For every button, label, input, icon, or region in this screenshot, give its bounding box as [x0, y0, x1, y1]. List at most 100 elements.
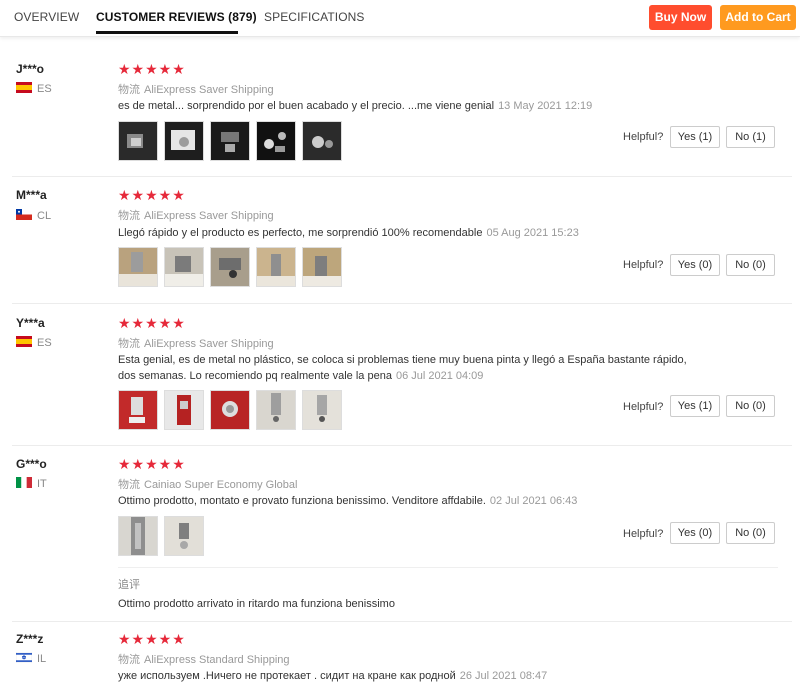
review-photo[interactable] [164, 247, 204, 287]
review-body: уже используем .Ничего не протекает . си… [118, 670, 456, 682]
review-photos [118, 516, 204, 556]
review-body: es de metal... sorprendido por el buen a… [118, 100, 495, 112]
review-text: уже используем .Ничего не протекает . си… [118, 668, 708, 684]
buy-now-button[interactable]: Buy Now [649, 5, 712, 30]
shipping-method: 物流 AliExpress Standard Shipping [118, 651, 290, 667]
reviewer-name: M***a [16, 188, 47, 202]
review-photo[interactable] [118, 390, 158, 430]
followup-text: Ottimo prodotto arrivato in ritardo ma f… [118, 598, 395, 610]
es-flag-icon [16, 336, 32, 347]
review-photos [118, 390, 342, 430]
reviewer-name: G***o [16, 457, 47, 471]
review-date: 05 Aug 2021 15:23 [486, 227, 579, 239]
review-photo[interactable] [118, 247, 158, 287]
shipping-label: 物流 [118, 479, 140, 491]
shipping-method: 物流 Cainiao Super Economy Global [118, 476, 297, 492]
review-photo[interactable] [302, 390, 342, 430]
rating-stars: ★★★★★ [118, 631, 186, 647]
review-photos [118, 247, 342, 287]
review-photo[interactable] [256, 390, 296, 430]
shipping-name: AliExpress Saver Shipping [144, 210, 274, 222]
helpful-yes-button[interactable]: Yes (0) [670, 522, 720, 544]
review-divider [12, 621, 792, 622]
review-date: 06 Jul 2021 04:09 [395, 370, 484, 382]
reviewer-name: Z***z [16, 632, 44, 646]
es-flag-icon [16, 82, 32, 93]
helpful-yes-button[interactable]: Yes (0) [670, 254, 720, 276]
country-code: ES [37, 337, 52, 349]
review-photo[interactable] [302, 247, 342, 287]
helpful-label: Helpful? [623, 131, 664, 143]
tab-customer-reviews[interactable]: CUSTOMER REVIEWS (879) [96, 10, 257, 24]
review-photo[interactable] [256, 121, 296, 161]
followup-label: 追评 [118, 579, 140, 591]
helpful-no-button[interactable]: No (0) [726, 254, 775, 276]
review-date: 02 Jul 2021 06:43 [489, 495, 578, 507]
it-flag-icon [16, 477, 32, 488]
review-date: 13 May 2021 12:19 [498, 100, 593, 112]
cl-flag-icon [16, 209, 32, 220]
reviewer-country: CL [16, 209, 51, 222]
helpful-yes-button[interactable]: Yes (1) [670, 395, 720, 417]
rating-stars: ★★★★★ [118, 61, 186, 77]
review-divider [12, 445, 792, 446]
review-photo[interactable] [164, 121, 204, 161]
review-divider [12, 176, 792, 177]
helpful-no-button[interactable]: No (1) [726, 126, 775, 148]
reviewer-country: IL [16, 652, 46, 665]
reviewer-name: Y***a [16, 316, 45, 330]
review-body: Ottimo prodotto, montato e provato funzi… [118, 495, 486, 507]
country-code: IL [37, 653, 47, 665]
review-text: Ottimo prodotto, montato e provato funzi… [118, 493, 708, 509]
review-photos [118, 121, 342, 161]
review-text: es de metal... sorprendido por el buen a… [118, 98, 708, 114]
shipping-name: AliExpress Saver Shipping [144, 84, 274, 96]
reviewer-country: ES [16, 82, 52, 95]
review-text: Esta genial, es de metal no plástico, se… [118, 352, 708, 384]
review-text: Llegó rápido y el producto es perfecto, … [118, 225, 708, 241]
review-photo[interactable] [210, 390, 250, 430]
shipping-label: 物流 [118, 210, 140, 222]
helpful-no-button[interactable]: No (0) [726, 522, 775, 544]
active-tab-indicator [96, 31, 238, 34]
shipping-method: 物流 AliExpress Saver Shipping [118, 81, 274, 97]
review-photo[interactable] [118, 516, 158, 556]
country-code: IT [37, 478, 47, 490]
followup-divider [118, 567, 778, 568]
review-photo[interactable] [210, 247, 250, 287]
review-divider [12, 303, 792, 304]
review-date: 26 Jul 2021 08:47 [459, 670, 548, 682]
tab-overview[interactable]: OVERVIEW [14, 10, 79, 24]
reviewer-country: ES [16, 336, 52, 349]
review-photo[interactable] [210, 121, 250, 161]
shipping-name: AliExpress Saver Shipping [144, 338, 274, 350]
tab-specifications[interactable]: SPECIFICATIONS [264, 10, 365, 24]
rating-stars: ★★★★★ [118, 187, 186, 203]
helpful-label: Helpful? [623, 401, 664, 413]
add-to-cart-button[interactable]: Add to Cart [720, 5, 796, 30]
helpful-no-button[interactable]: No (0) [726, 395, 775, 417]
shipping-method: 物流 AliExpress Saver Shipping [118, 207, 274, 223]
product-tab-bar: OVERVIEW CUSTOMER REVIEWS (879) SPECIFIC… [0, 0, 800, 37]
shipping-label: 物流 [118, 84, 140, 96]
shipping-name: Cainiao Super Economy Global [144, 479, 298, 491]
helpful-yes-button[interactable]: Yes (1) [670, 126, 720, 148]
shipping-name: AliExpress Standard Shipping [144, 654, 290, 666]
helpful-label: Helpful? [623, 259, 664, 271]
reviewer-name: J***o [16, 62, 45, 76]
country-code: CL [37, 210, 52, 222]
review-photo[interactable] [256, 247, 296, 287]
review-photo[interactable] [164, 516, 204, 556]
rating-stars: ★★★★★ [118, 456, 186, 472]
review-body: Llegó rápido y el producto es perfecto, … [118, 227, 483, 239]
shipping-label: 物流 [118, 654, 140, 666]
shipping-method: 物流 AliExpress Saver Shipping [118, 335, 274, 351]
il-flag-icon [16, 652, 32, 663]
helpful-label: Helpful? [623, 528, 664, 540]
country-code: ES [37, 83, 52, 95]
reviewer-country: IT [16, 477, 47, 490]
review-photo[interactable] [118, 121, 158, 161]
review-photo[interactable] [164, 390, 204, 430]
review-photo[interactable] [302, 121, 342, 161]
review-body-line: dos semanas. Lo recomiendo pq realmente … [118, 370, 392, 382]
